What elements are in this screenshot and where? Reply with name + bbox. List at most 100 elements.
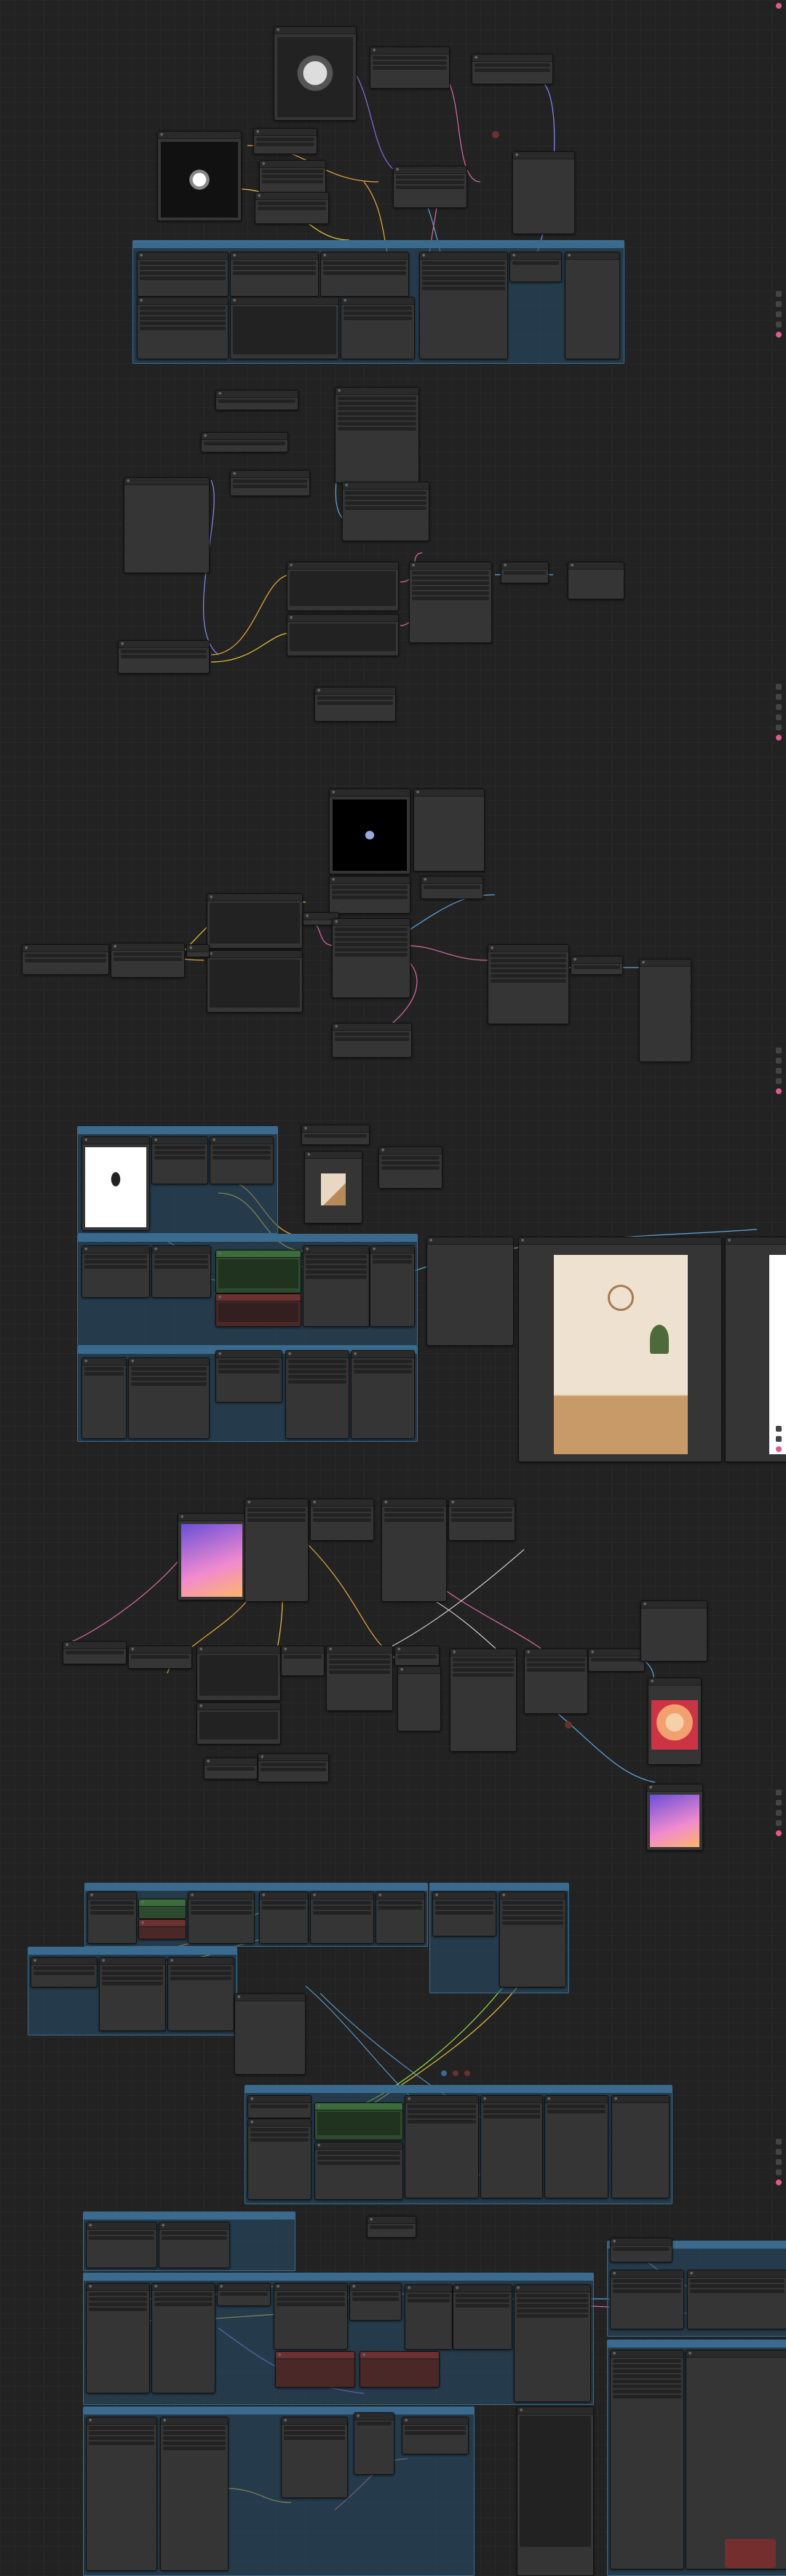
settings-node[interactable] <box>329 876 410 914</box>
settings-node[interactable] <box>332 918 410 998</box>
widget-row[interactable] <box>332 890 408 894</box>
widget-row[interactable] <box>352 2297 399 2301</box>
widget-row[interactable] <box>613 2284 681 2288</box>
widget-row[interactable] <box>451 1513 512 1517</box>
widget-row[interactable] <box>435 1906 493 1910</box>
widget-row[interactable] <box>475 63 550 67</box>
pagination-dot[interactable] <box>453 2070 458 2076</box>
settings-node[interactable] <box>326 1646 393 1711</box>
widget-row[interactable] <box>373 61 447 65</box>
settings-node[interactable] <box>167 1957 234 2031</box>
widget-row[interactable] <box>491 964 566 968</box>
settings-node[interactable] <box>285 1350 349 1439</box>
widget-row[interactable] <box>456 2304 509 2308</box>
widget-row[interactable] <box>378 1906 422 1910</box>
widget-row[interactable] <box>163 2436 226 2440</box>
widget-row[interactable] <box>502 1916 563 1920</box>
widget-row[interactable] <box>329 1665 390 1669</box>
settings-node[interactable] <box>394 1646 440 1666</box>
settings-node[interactable] <box>151 1245 211 1298</box>
widget-row[interactable] <box>613 2279 681 2283</box>
settings-node[interactable] <box>341 297 415 359</box>
widget-row[interactable] <box>313 1508 371 1512</box>
widget-row[interactable] <box>102 1982 163 1985</box>
widget-row[interactable] <box>154 2302 213 2306</box>
settings-node[interactable] <box>524 1648 588 1714</box>
settings-node[interactable] <box>310 1499 374 1541</box>
settings-node[interactable] <box>421 876 483 899</box>
widget-row[interactable] <box>396 175 464 179</box>
widget-row[interactable] <box>154 1146 205 1149</box>
widget-row[interactable] <box>345 491 426 495</box>
settings-node[interactable] <box>63 1641 127 1664</box>
text-prompt-node[interactable] <box>314 2102 403 2140</box>
widget-row[interactable] <box>140 276 226 280</box>
widget-row[interactable] <box>338 422 416 426</box>
prompt-textarea[interactable] <box>218 1303 298 1322</box>
canvas-toolbar[interactable] <box>776 1426 783 1452</box>
widget-row[interactable] <box>284 2426 345 2430</box>
negative-prompt-node[interactable] <box>215 1293 301 1327</box>
preview-image-node[interactable] <box>512 151 575 234</box>
settings-node[interactable] <box>472 54 553 84</box>
widget-row[interactable] <box>140 306 226 310</box>
widget-row[interactable] <box>84 1265 147 1269</box>
settings-node[interactable] <box>247 2095 311 2118</box>
settings-node[interactable] <box>405 2095 479 2198</box>
widget-row[interactable] <box>422 266 505 270</box>
widget-row[interactable] <box>453 1663 514 1667</box>
widget-row[interactable] <box>424 885 480 889</box>
link-toggle-icon[interactable] <box>776 1830 782 1836</box>
settings-node[interactable] <box>301 1125 370 1145</box>
negative-prompt-node[interactable] <box>275 2351 355 2388</box>
settings-node[interactable] <box>230 252 319 297</box>
widget-row[interactable] <box>345 506 426 510</box>
settings-node[interactable] <box>151 2283 215 2393</box>
widget-row[interactable] <box>218 399 295 403</box>
settings-node[interactable] <box>610 2238 672 2262</box>
settings-node[interactable] <box>354 2412 394 2475</box>
settings-node[interactable] <box>186 944 210 957</box>
widget-row[interactable] <box>613 2380 681 2383</box>
widget-row[interactable] <box>451 1508 512 1512</box>
widget-row[interactable] <box>247 1508 306 1512</box>
text-prompt-node[interactable] <box>215 1250 301 1293</box>
settings-node[interactable] <box>314 687 396 722</box>
widget-row[interactable] <box>517 2304 588 2308</box>
widget-row[interactable] <box>163 2447 226 2450</box>
widget-row[interactable] <box>412 591 489 595</box>
settings-node[interactable] <box>215 390 298 410</box>
canvas-toolbar[interactable] <box>776 684 783 741</box>
widget-row[interactable] <box>323 271 406 275</box>
widget-row[interactable] <box>357 2422 392 2425</box>
settings-node[interactable] <box>349 2283 402 2321</box>
widget-row[interactable] <box>335 938 408 941</box>
text-prompt-node[interactable] <box>196 1646 281 1701</box>
widget-row[interactable] <box>250 2128 309 2132</box>
fit-view-icon[interactable] <box>776 2139 782 2145</box>
zoom-out-icon[interactable] <box>776 1068 782 1074</box>
settings-node[interactable] <box>210 1136 274 1184</box>
widget-row[interactable] <box>517 2309 588 2313</box>
widget-row[interactable] <box>154 1260 208 1264</box>
link-toggle-icon[interactable] <box>776 332 782 338</box>
settings-node[interactable] <box>687 2270 786 2329</box>
settings-node[interactable] <box>274 2283 348 2350</box>
widget-row[interactable] <box>613 2364 681 2368</box>
widget-row[interactable] <box>338 427 416 431</box>
widget-row[interactable] <box>373 66 447 70</box>
widget-row[interactable] <box>456 2294 509 2297</box>
widget-row[interactable] <box>191 1911 252 1915</box>
widget-row[interactable] <box>313 1513 371 1517</box>
settings-node[interactable] <box>335 387 419 483</box>
settings-node[interactable] <box>448 1499 515 1541</box>
settings-node[interactable] <box>151 1136 208 1184</box>
widget-row[interactable] <box>354 1370 412 1373</box>
widget-row[interactable] <box>517 2314 588 2318</box>
widget-row[interactable] <box>218 1370 279 1373</box>
settings-node[interactable] <box>370 1245 415 1327</box>
prompt-textarea[interactable] <box>317 2112 400 2135</box>
widget-row[interactable] <box>527 1658 585 1662</box>
minimap-icon[interactable] <box>776 725 782 730</box>
widget-row[interactable] <box>220 2292 268 2296</box>
